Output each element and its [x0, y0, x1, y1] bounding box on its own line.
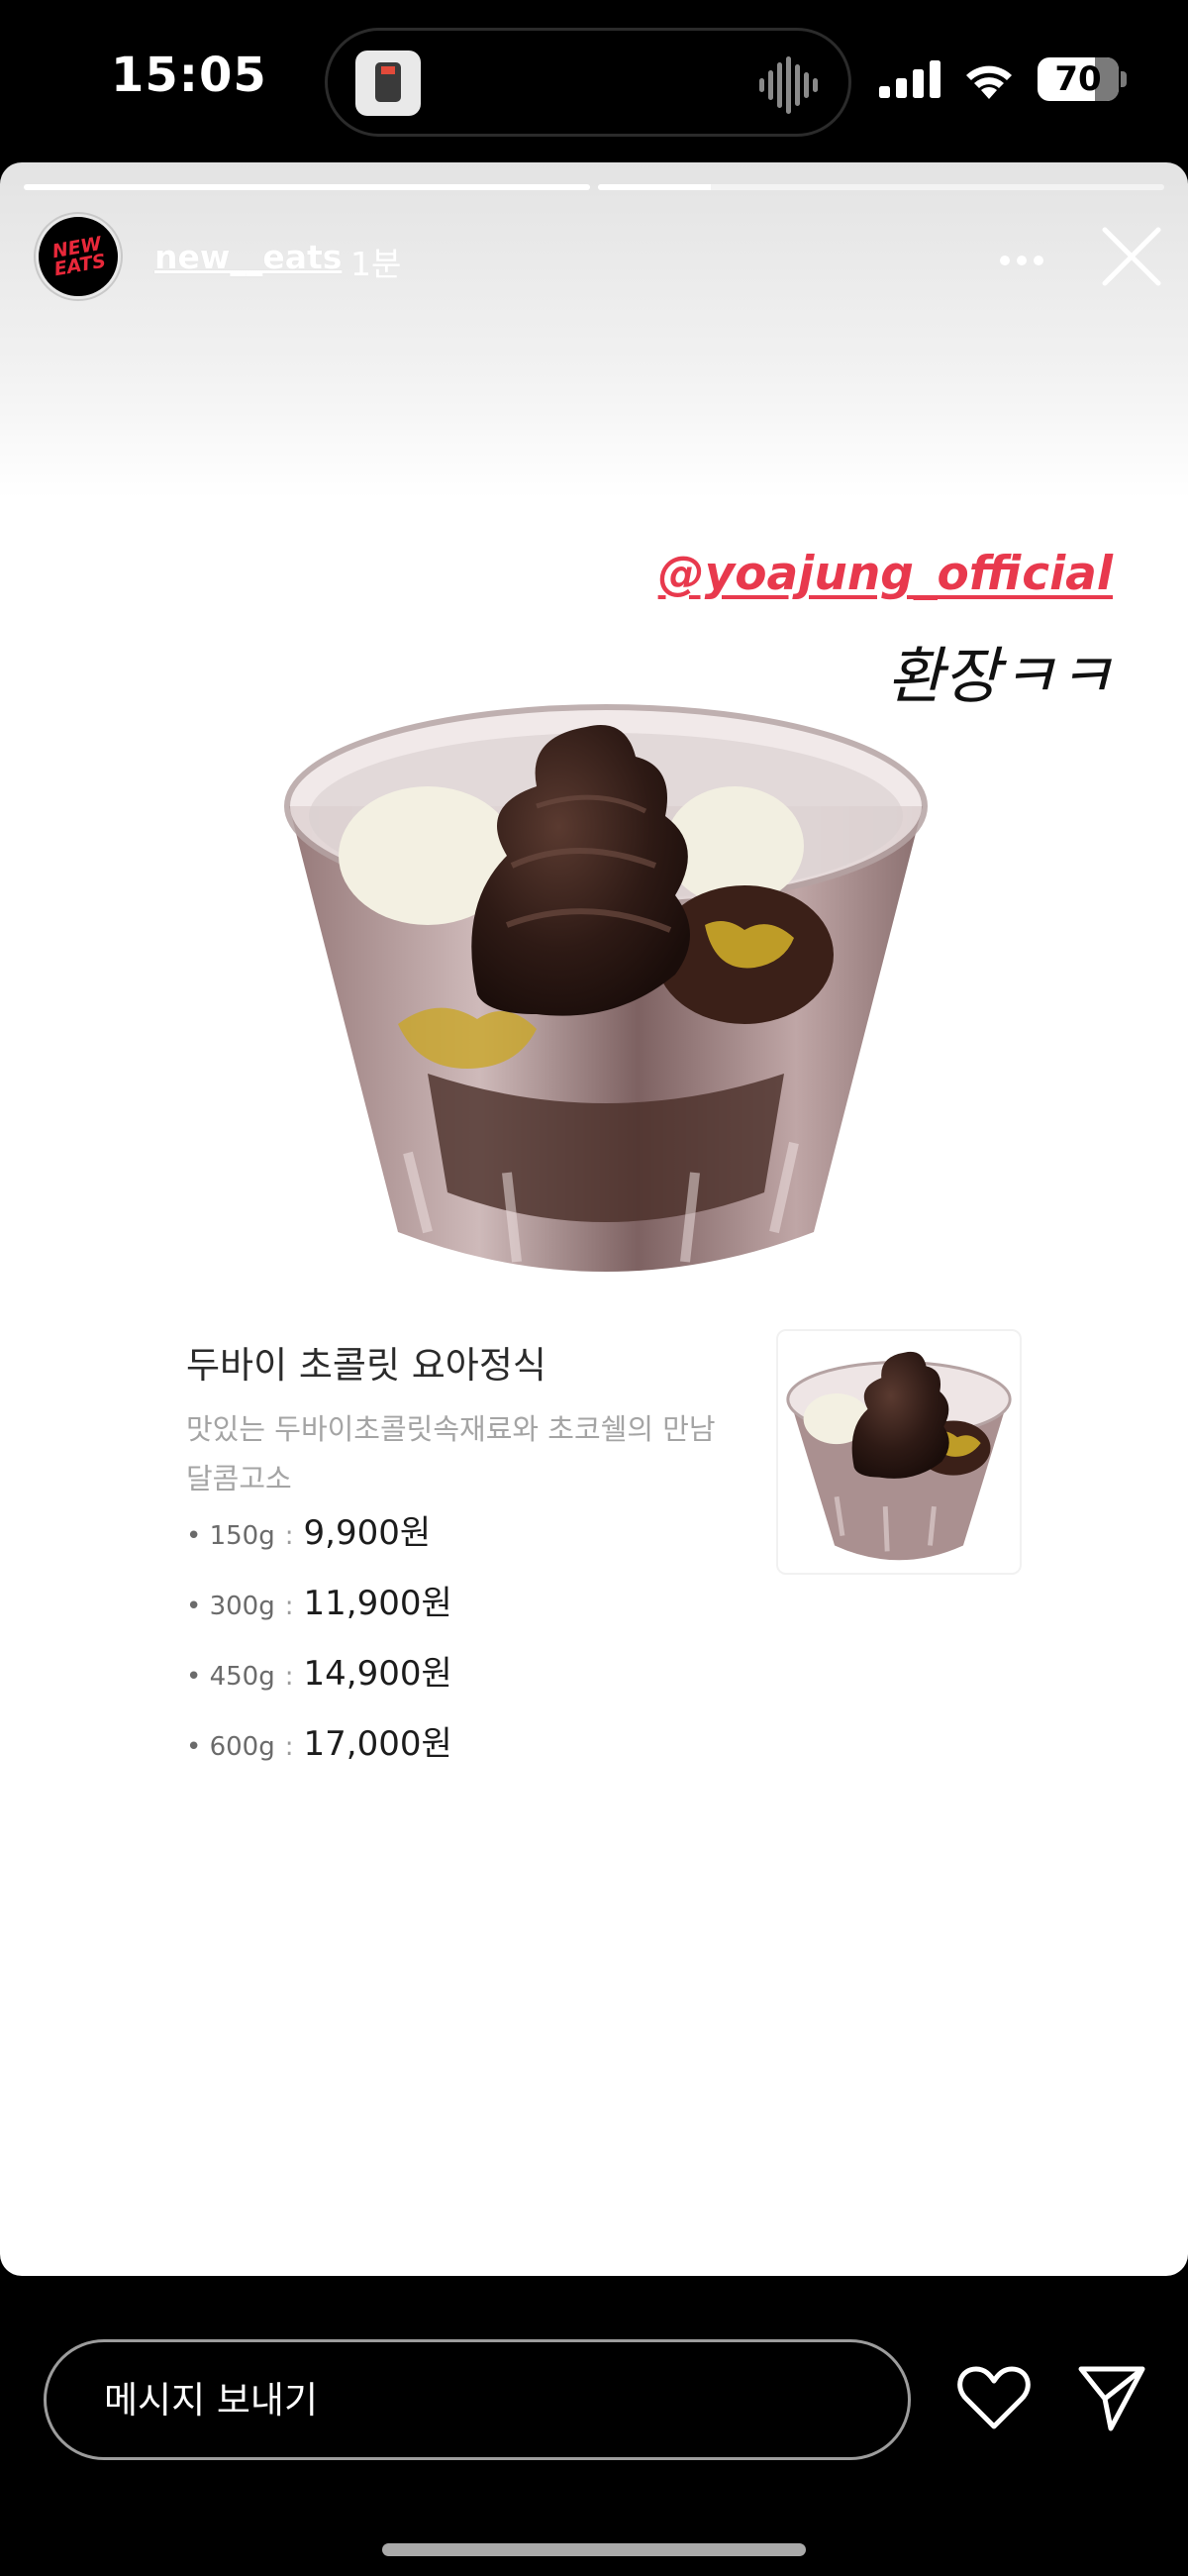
progress-segment: [598, 184, 1164, 190]
price-value: 14,900원: [303, 1654, 452, 1694]
price-separator: :: [284, 1662, 294, 1692]
progress-bar-fill: [598, 184, 712, 190]
audio-wave-icon: [759, 56, 818, 114]
menu-description: 맛있는 두바이초콜릿속재료와 초코쉘의 만남 달콤고소: [186, 1412, 716, 1495]
price-value: 9,900원: [303, 1513, 432, 1553]
wifi-icon: [966, 65, 1012, 99]
status-bar: 15:05 70: [0, 0, 1188, 158]
battery-level: 70: [1054, 59, 1102, 99]
more-options-icon[interactable]: [998, 254, 1045, 267]
heart-icon[interactable]: [956, 2363, 1032, 2432]
status-icons: 70: [879, 55, 1127, 103]
size-label: • 450g: [186, 1662, 275, 1692]
home-indicator[interactable]: [382, 2543, 806, 2556]
price-row: • 450g : 14,900원: [186, 1646, 452, 1716]
avatar[interactable]: NEW EATS: [36, 214, 121, 299]
dessert-cup-image: [284, 704, 928, 1272]
mention-sticker[interactable]: @yoajung_official: [658, 547, 1113, 601]
story-progress: [24, 184, 1164, 190]
progress-segment: [24, 184, 590, 190]
close-icon[interactable]: [1101, 226, 1162, 287]
username[interactable]: new__eats: [154, 238, 342, 276]
message-input[interactable]: [44, 2339, 911, 2460]
avatar-logo: NEW EATS: [50, 232, 108, 281]
price-row: • 600g : 17,000원: [186, 1716, 452, 1787]
size-label: • 300g: [186, 1592, 275, 1621]
signal-icon: [879, 60, 940, 98]
progress-bar-fill: [24, 184, 590, 190]
product-thumbnail: [776, 1329, 1022, 1575]
size-label: • 600g: [186, 1732, 275, 1762]
status-time: 15:05: [111, 48, 267, 103]
album-thumbnail-icon: [355, 51, 421, 116]
menu-title: 두바이 초콜릿 요아정식: [186, 1344, 546, 1387]
price-value: 11,900원: [303, 1584, 452, 1623]
price-row: • 300g : 11,900원: [186, 1576, 452, 1646]
price-separator: :: [284, 1732, 294, 1762]
price-value: 17,000원: [303, 1724, 452, 1764]
price-separator: :: [284, 1592, 294, 1621]
size-label: • 150g: [186, 1521, 275, 1551]
price-list: • 150g : 9,900원 • 300g : 11,900원 • 450g …: [186, 1505, 452, 1787]
send-icon[interactable]: [1077, 2363, 1146, 2432]
post-time: 1분: [350, 245, 402, 283]
story-card[interactable]: NEW EATS new__eats 1분 @yoajung_official 환…: [0, 162, 1188, 2276]
price-row: • 150g : 9,900원: [186, 1505, 452, 1576]
story-reply-bar: [0, 2276, 1188, 2576]
dynamic-island[interactable]: [325, 28, 851, 137]
price-separator: :: [284, 1521, 294, 1551]
battery-icon: 70: [1038, 57, 1127, 101]
